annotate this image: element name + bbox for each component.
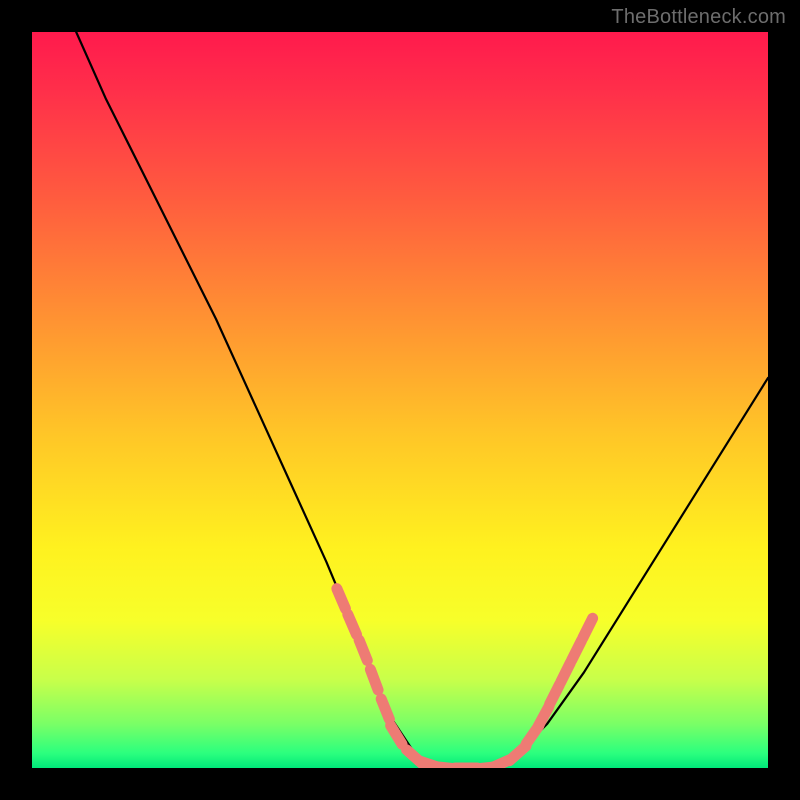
marker-point — [359, 640, 367, 661]
highlighted-points — [337, 589, 593, 768]
chart-frame: TheBottleneck.com — [0, 0, 800, 800]
watermark-text: TheBottleneck.com — [611, 6, 786, 29]
marker-point — [391, 726, 403, 745]
marker-point — [583, 618, 593, 638]
marker-point — [370, 669, 378, 690]
marker-point — [348, 614, 357, 634]
marker-point — [550, 685, 560, 705]
bottleneck-curve — [76, 32, 768, 768]
plot-area — [32, 32, 768, 768]
marker-point — [337, 589, 346, 609]
marker-point — [561, 663, 571, 683]
marker-point — [572, 640, 582, 660]
marker-point — [381, 699, 389, 719]
chart-overlay — [32, 32, 768, 768]
